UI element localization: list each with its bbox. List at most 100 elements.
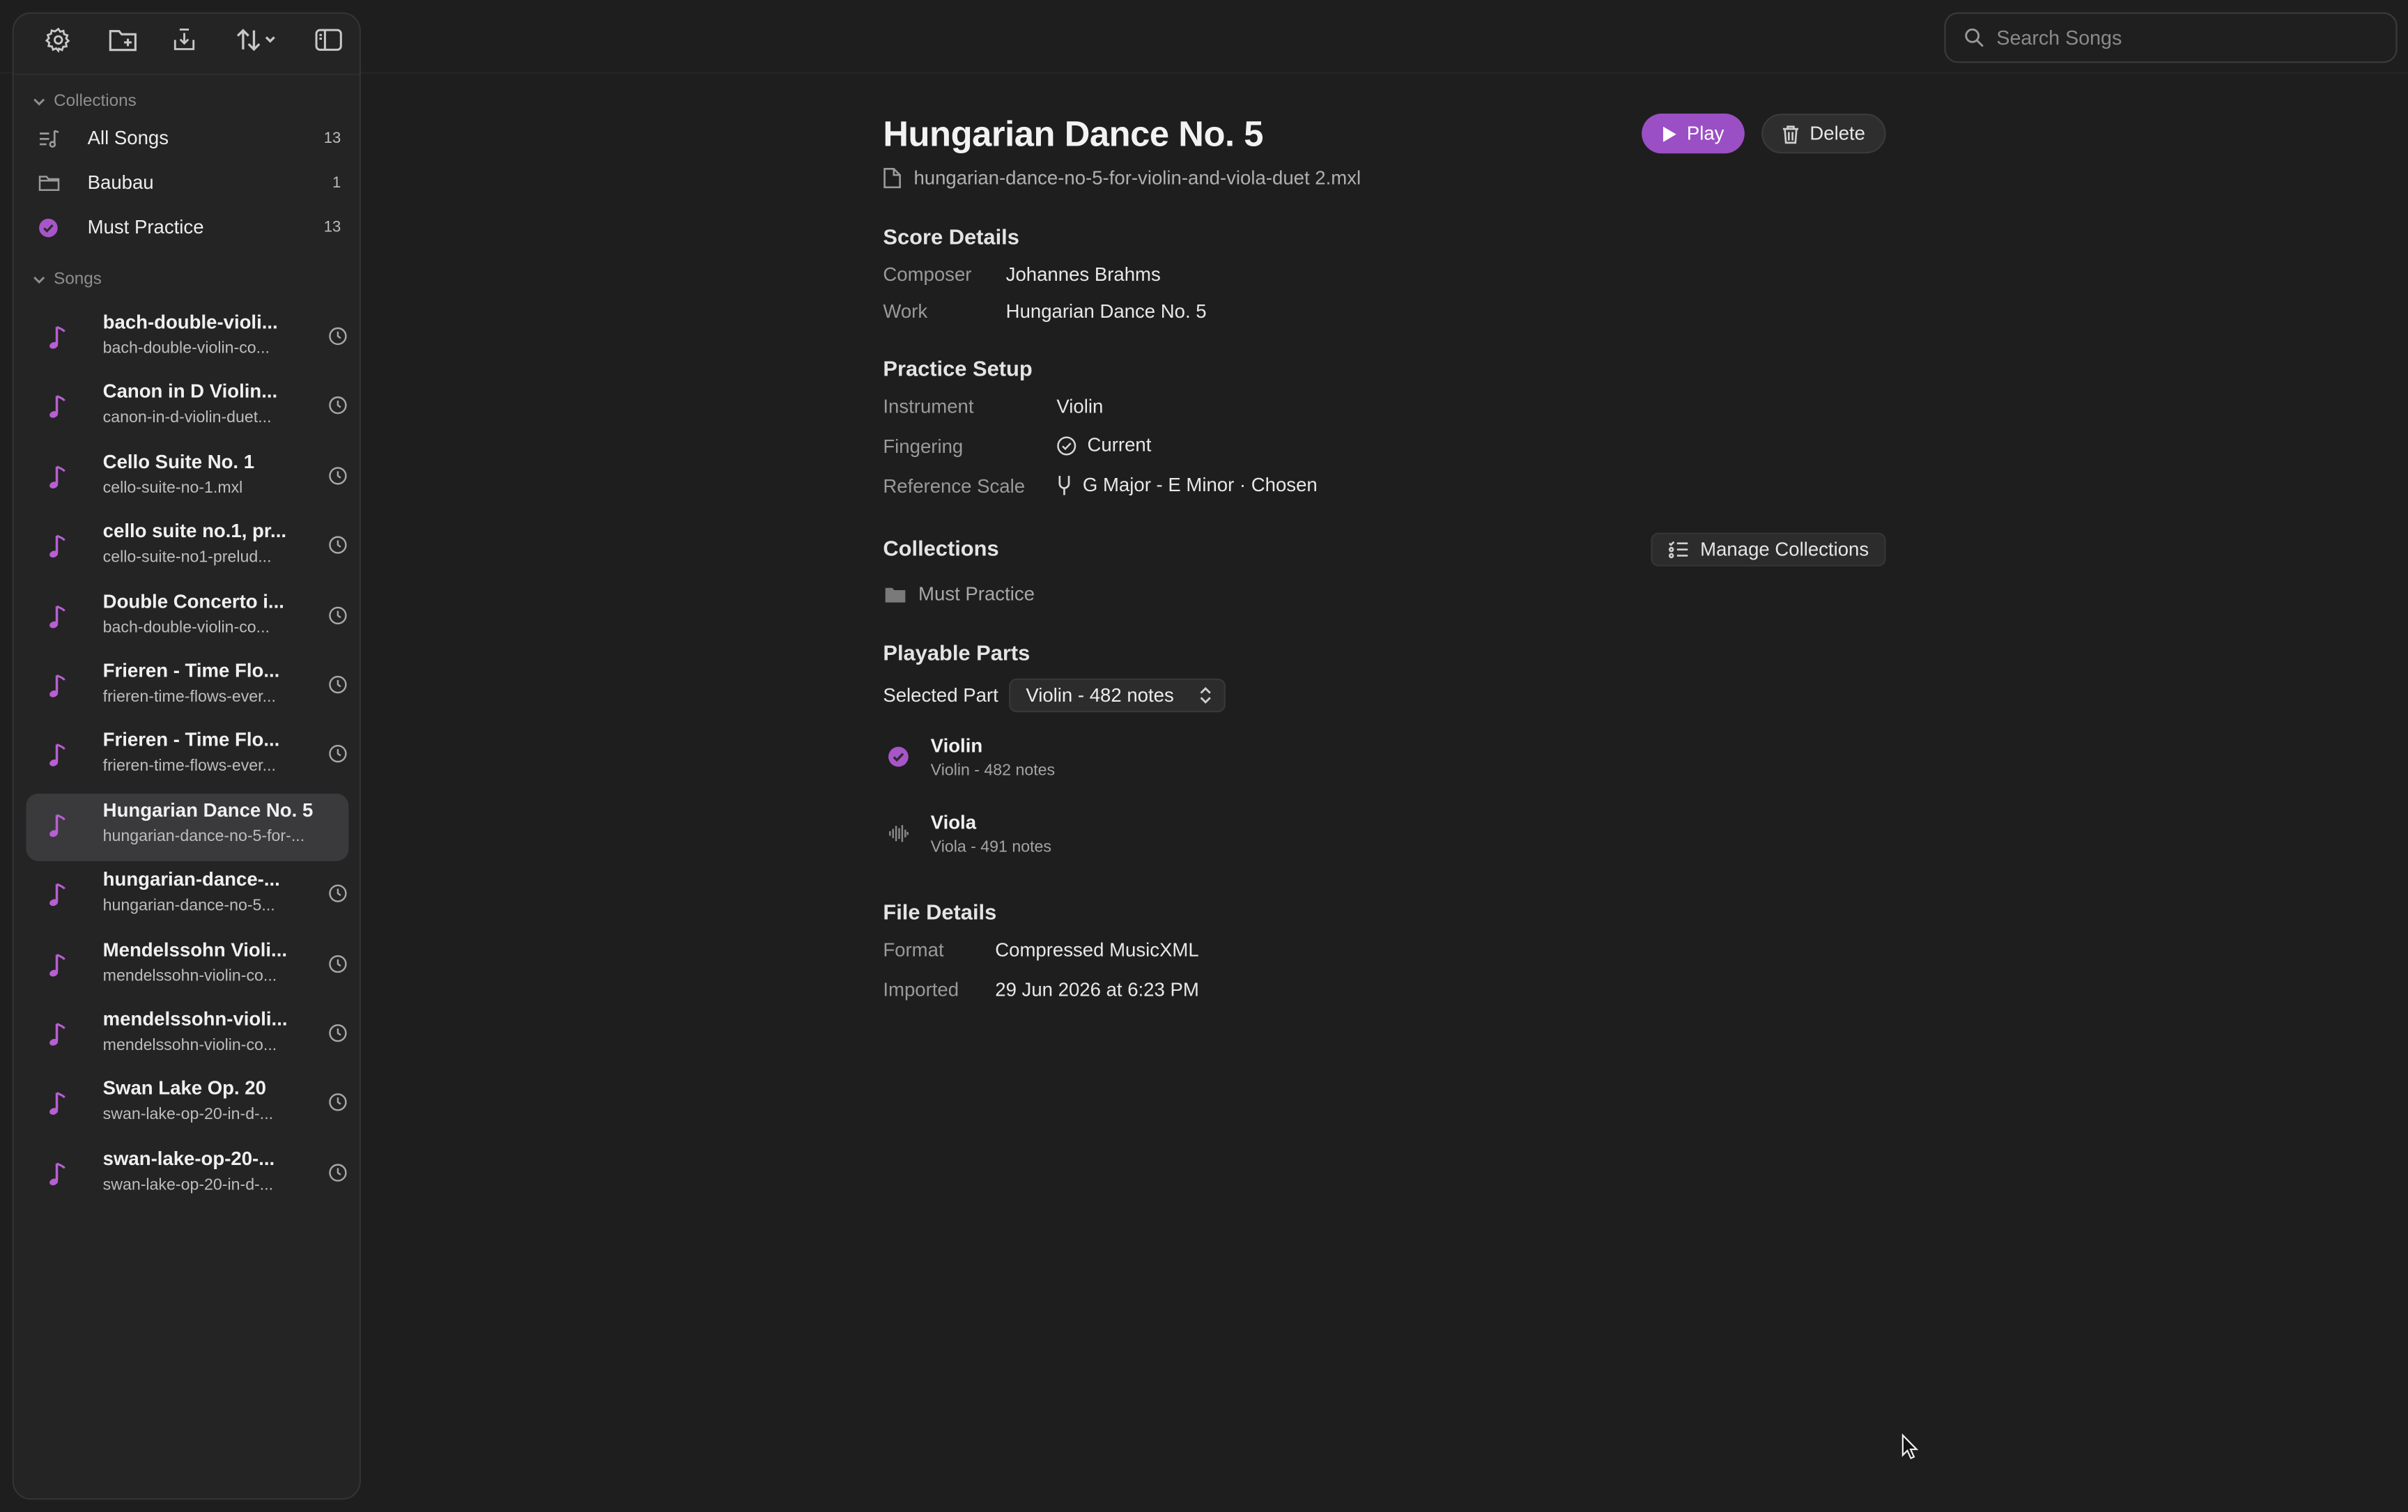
music-note-icon [49, 465, 65, 488]
song-title: Canon in D Violin... [102, 381, 278, 403]
manage-collections-label: Manage Collections [1700, 539, 1869, 561]
import-icon[interactable] [164, 20, 204, 60]
play-icon [1663, 125, 1677, 141]
music-note-icon [49, 883, 65, 907]
collections-header-label: Collections [54, 92, 137, 111]
song-list-item[interactable]: cello suite no.1, pr... cello-suite-no1-p… [26, 514, 348, 582]
part-violin-status[interactable] [888, 746, 909, 776]
part-violin-detail: Violin - 482 notes [930, 761, 1056, 780]
song-list-item[interactable]: bach-double-violi... bach-double-violin-c… [26, 305, 348, 373]
clock-icon[interactable] [329, 536, 347, 555]
tuning-fork-icon [1058, 475, 1070, 495]
collection-label: All Songs [87, 127, 169, 149]
song-list-item[interactable]: hungarian-dance-... hungarian-dance-no-5.… [26, 863, 348, 930]
instrument-value[interactable]: Violin [1056, 396, 1103, 417]
play-label: Play [1686, 123, 1724, 145]
up-down-chevron-icon [1200, 687, 1211, 704]
collection-label: Baubau [87, 171, 154, 194]
song-list-item[interactable]: Hungarian Dance No. 5 hungarian-dance-no-… [26, 793, 349, 861]
part-viola-detail: Viola - 491 notes [930, 838, 1051, 857]
song-list-item[interactable]: Mendelssohn Violi... mendelssohn-violin-c… [26, 933, 348, 1001]
composer-value: Johannes Brahms [1005, 263, 1161, 286]
song-list-item[interactable]: mendelssohn-violi... mendelssohn-violin-c… [26, 1003, 348, 1070]
music-note-icon [49, 604, 65, 628]
song-title: hungarian-dance-... [102, 869, 280, 891]
folder-icon [885, 587, 906, 602]
part-viola-name[interactable]: Viola [931, 812, 976, 833]
collections-heading: Collections [883, 535, 999, 561]
song-file-name: frieren-time-flows-ever... [102, 757, 276, 776]
waveform-icon [889, 825, 909, 842]
check-circle-outline-icon [1057, 435, 1076, 455]
clock-icon[interactable] [329, 1093, 347, 1112]
song-list-item[interactable]: Cello Suite No. 1 cello-suite-no-1.mxl [26, 445, 348, 512]
song-title: Frieren - Time Flo... [102, 730, 280, 752]
song-file-name: mendelssohn-violin-co... [102, 966, 277, 985]
clock-icon[interactable] [329, 675, 347, 694]
song-list-item[interactable]: Canon in D Violin... canon-in-d-violin-du… [26, 375, 348, 442]
reference-scale-row[interactable]: G Major - E Minor · Chosen [1056, 475, 1318, 496]
delete-button[interactable]: Delete [1761, 114, 1886, 154]
top-bar [0, 0, 2408, 74]
clock-icon[interactable] [329, 396, 347, 415]
new-folder-icon[interactable] [103, 20, 143, 60]
manage-collections-button[interactable]: Manage Collections [1651, 532, 1886, 566]
check-circle-icon [38, 217, 75, 238]
song-title: Hungarian Dance No. 5 [883, 114, 1264, 154]
file-name: hungarian-dance-no-5-for-violin-and-viol… [913, 167, 1361, 189]
clock-icon[interactable] [329, 954, 347, 973]
collection-all-songs[interactable]: All Songs 13 [26, 118, 350, 158]
songs-header-label: Songs [54, 270, 102, 289]
song-list-item[interactable]: Double Concerto i... bach-double-violin-c… [26, 584, 348, 651]
collection-chip-label: Must Practice [918, 583, 1035, 605]
collection-count: 1 [332, 174, 341, 192]
work-value: Hungarian Dance No. 5 [1005, 300, 1207, 323]
clock-icon[interactable] [329, 745, 347, 764]
collection-must-practice[interactable]: Must Practice 13 [26, 207, 350, 247]
song-file-name: swan-lake-op-20-in-d-... [102, 1175, 274, 1194]
song-list-item[interactable]: Frieren - Time Flo... frieren-time-flows-… [26, 723, 348, 791]
sidebar-toggle-icon[interactable] [309, 20, 348, 60]
song-file-name: bach-double-violin-co... [102, 339, 270, 358]
imported-label: Imported [883, 979, 959, 1001]
music-note-icon [49, 813, 65, 837]
song-file-name: canon-in-d-violin-duet... [102, 408, 272, 428]
song-title: Mendelssohn Violi... [102, 939, 288, 961]
song-list-item[interactable]: Frieren - Time Flo... frieren-time-flows-… [26, 654, 348, 721]
search-field[interactable] [1944, 12, 2398, 63]
play-button[interactable]: Play [1642, 114, 1745, 154]
clock-icon[interactable] [329, 466, 347, 485]
part-viola-status[interactable] [888, 823, 909, 852]
collections-section-header[interactable]: Collections [32, 92, 137, 111]
selected-part-label: Selected Part [883, 684, 998, 707]
sort-icon[interactable] [232, 20, 284, 60]
music-note-icon [49, 395, 65, 419]
clock-icon[interactable] [329, 1163, 347, 1182]
collection-label: Must Practice [87, 216, 204, 238]
fingering-value-row[interactable]: Current [1056, 434, 1151, 456]
sidebar: Collections All Songs 13 Baubau 1 Must P… [12, 12, 361, 1500]
collection-baubau[interactable]: Baubau 1 [26, 163, 350, 203]
part-violin-name[interactable]: Violin [931, 735, 983, 757]
imported-value: 29 Jun 2026 at 6:23 PM [995, 979, 1199, 1001]
music-note-icon [49, 534, 65, 558]
playable-parts-heading: Playable Parts [883, 640, 1031, 665]
gear-icon[interactable] [38, 20, 78, 60]
file-details-heading: File Details [883, 899, 997, 925]
search-input[interactable] [1996, 26, 2381, 49]
document-icon [883, 168, 901, 189]
check-circle-icon [888, 746, 909, 767]
clock-icon[interactable] [329, 884, 347, 903]
song-file-name: bach-double-violin-co... [102, 617, 270, 637]
clock-icon[interactable] [329, 1024, 347, 1042]
song-list-item[interactable]: Swan Lake Op. 20 swan-lake-op-20-in-d-... [26, 1072, 348, 1140]
clock-icon[interactable] [329, 605, 347, 624]
song-list-item[interactable]: swan-lake-op-20-... swan-lake-op-20-in-d-… [26, 1142, 348, 1210]
collection-count: 13 [323, 218, 341, 236]
selected-part-dropdown[interactable]: Violin - 482 notes [1009, 678, 1226, 713]
clock-icon[interactable] [329, 327, 347, 346]
music-note-icon [49, 1093, 65, 1116]
practice-setup-heading: Practice Setup [883, 356, 1033, 381]
format-label: Format [883, 939, 944, 962]
songs-section-header[interactable]: Songs [32, 270, 102, 288]
